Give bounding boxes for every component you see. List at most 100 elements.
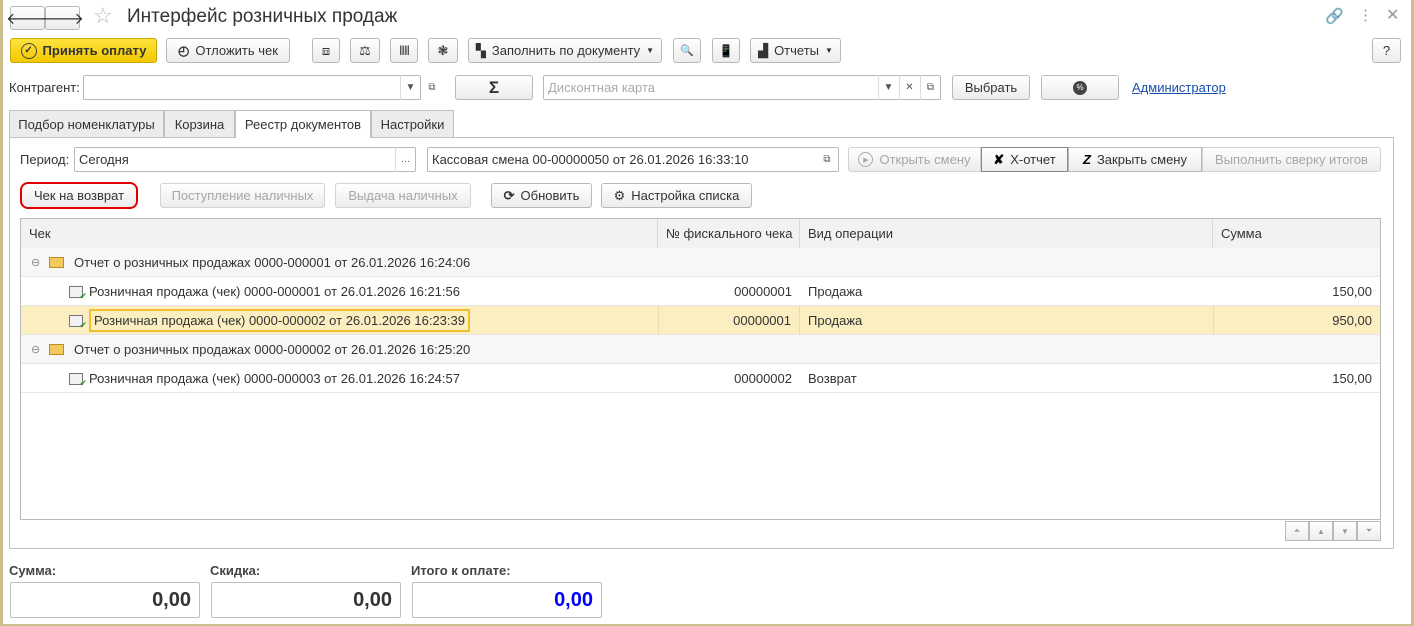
- refresh-button[interactable]: ⟳ Обновить: [491, 183, 592, 208]
- tab-cart[interactable]: Корзина: [164, 110, 235, 138]
- fiscal-cell: 00000002: [734, 371, 792, 386]
- gear-icon: ⚙: [613, 187, 626, 203]
- discount-percent-button[interactable]: %: [1041, 75, 1119, 100]
- cash-out-button[interactable]: Выдача наличных: [335, 183, 471, 208]
- discount-field: 0,00: [211, 582, 401, 618]
- column-header-check[interactable]: Чек: [21, 219, 658, 248]
- return-check-button[interactable]: Чек на возврат: [20, 182, 138, 209]
- sum-label: Сумма:: [9, 563, 57, 578]
- group-row[interactable]: ⊖ Отчет о розничных продажах 0000-000002 …: [21, 335, 1380, 364]
- flower-icon: ❃: [437, 42, 449, 58]
- cash-in-button[interactable]: Поступление наличных: [160, 183, 325, 208]
- back-button[interactable]: 🡐: [6, 6, 49, 30]
- link-icon[interactable]: 🔗: [1325, 7, 1344, 25]
- barcode-icon: ||||||: [399, 45, 410, 56]
- table-header: Чек № фискального чека Вид операции Сумм…: [21, 219, 1380, 248]
- collapse-icon[interactable]: ⊖: [31, 248, 40, 277]
- list-settings-button[interactable]: ⚙ Настройка списка: [601, 183, 752, 208]
- counterparty-dropdown-icon[interactable]: ▼: [400, 75, 420, 100]
- cash-shift-field[interactable]: Кассовая смена 00-00000050 от 26.01.2026…: [427, 147, 839, 172]
- counterparty-open-icon[interactable]: ⧉: [422, 75, 442, 100]
- document-posted-icon: [69, 306, 87, 335]
- collapse-icon[interactable]: ⊖: [31, 335, 40, 364]
- refresh-icon: ⟳: [503, 187, 515, 203]
- sum-cell: 150,00: [1332, 371, 1372, 386]
- column-header-sum[interactable]: Сумма: [1213, 219, 1380, 248]
- barcode-search-button[interactable]: 🔍: [673, 38, 701, 63]
- more-menu-icon[interactable]: ⋮: [1358, 6, 1373, 24]
- group-row[interactable]: ⊖ Отчет о розничных продажах 0000-000001 …: [21, 248, 1380, 277]
- play-circle-icon: ▶: [858, 152, 874, 167]
- document-posted-icon: [69, 364, 87, 393]
- terminal-icon: 📱: [718, 43, 734, 58]
- barcode-button[interactable]: ||||||: [390, 38, 418, 63]
- select-button[interactable]: Выбрать: [952, 75, 1030, 100]
- close-icon[interactable]: ✕: [1386, 5, 1399, 25]
- favorite-star-icon[interactable]: ☆: [93, 3, 113, 29]
- settings-equipment-button[interactable]: ❃: [428, 38, 458, 63]
- period-input[interactable]: Сегодня: [74, 147, 416, 172]
- period-label: Период:: [20, 152, 70, 167]
- table-row[interactable]: Розничная продажа (чек) 0000-000003 от 2…: [21, 364, 1380, 393]
- scales-button[interactable]: ⚖: [350, 38, 380, 63]
- close-shift-button[interactable]: Z Закрыть смену: [1068, 147, 1202, 172]
- scroll-top-icon[interactable]: ⏶: [1285, 521, 1309, 541]
- percent-icon: %: [1073, 80, 1087, 95]
- tab-settings[interactable]: Настройки: [371, 110, 454, 138]
- sigma-button[interactable]: Σ: [455, 75, 533, 100]
- open-shift-button[interactable]: ▶ Открыть смену: [848, 147, 981, 172]
- reconcile-totals-button[interactable]: Выполнить сверку итогов: [1202, 147, 1381, 172]
- operation-cell: Продажа: [808, 313, 863, 328]
- table-navigation: ⏶ ▲ ▼ ⏷: [1285, 521, 1381, 541]
- sum-field: 0,00: [10, 582, 200, 618]
- scales-icon: ⚖: [359, 42, 371, 58]
- documents-icon: ▚: [475, 42, 486, 58]
- discount-dropdown-icon[interactable]: ▼: [878, 75, 898, 100]
- column-header-operation[interactable]: Вид операции: [800, 219, 1213, 248]
- folder-icon: [49, 248, 64, 277]
- sum-cell: [1213, 248, 1380, 277]
- operation-cell: Возврат: [808, 371, 857, 386]
- sum-cell: 950,00: [1213, 306, 1380, 335]
- user-link[interactable]: Администратор: [1132, 80, 1226, 95]
- scroll-up-icon[interactable]: ▲: [1309, 521, 1333, 541]
- operation-cell: Продажа: [808, 284, 863, 299]
- total-field: 0,00: [412, 582, 602, 618]
- barcode-search-icon: 🔍: [680, 45, 694, 57]
- fiscal-cell: 00000001: [658, 306, 800, 335]
- tab-item-selection[interactable]: Подбор номенклатуры: [9, 110, 164, 138]
- dropdown-arrow-icon: ▼: [825, 46, 833, 55]
- scroll-bottom-icon[interactable]: ⏷: [1357, 521, 1381, 541]
- z-report-icon: Z: [1083, 152, 1091, 167]
- table-row[interactable]: Розничная продажа (чек) 0000-000001 от 2…: [21, 277, 1380, 306]
- check-cell: Розничная продажа (чек) 0000-000001 от 2…: [89, 284, 460, 299]
- frame-icon: ⧈: [321, 42, 331, 58]
- discount-label: Скидка:: [210, 563, 261, 578]
- forward-button[interactable]: 🡒: [41, 6, 84, 30]
- column-header-fiscal[interactable]: № фискального чека: [658, 219, 800, 248]
- check-cell: Отчет о розничных продажах 0000-000001 о…: [74, 255, 471, 270]
- tab-document-registry[interactable]: Реестр документов: [235, 110, 371, 138]
- frame-button[interactable]: ⧈: [312, 38, 340, 63]
- check-cell: Отчет о розничных продажах 0000-000002 о…: [74, 342, 471, 357]
- accept-payment-button[interactable]: ✓ Принять оплату: [10, 38, 157, 63]
- scroll-down-icon[interactable]: ▼: [1333, 521, 1357, 541]
- check-cell: Розничная продажа (чек) 0000-000002 от 2…: [89, 309, 470, 332]
- discount-open-icon[interactable]: ⧉: [920, 75, 940, 100]
- folder-icon: [49, 335, 64, 364]
- bar-chart-icon: ▟: [758, 42, 769, 58]
- counterparty-input[interactable]: [83, 75, 421, 100]
- x-report-button[interactable]: ✘ X-отчет: [981, 147, 1068, 172]
- sum-cell: [1213, 335, 1380, 364]
- discount-clear-icon[interactable]: ✕: [899, 75, 919, 100]
- help-button[interactable]: ?: [1372, 38, 1401, 63]
- table-row[interactable]: Розничная продажа (чек) 0000-000002 от 2…: [21, 306, 1380, 335]
- shift-open-icon[interactable]: ⧉: [817, 147, 837, 172]
- documents-table[interactable]: Чек № фискального чека Вид операции Сумм…: [20, 218, 1381, 520]
- reports-button[interactable]: ▟ Отчеты ▼: [750, 38, 841, 63]
- terminal-button[interactable]: 📱: [712, 38, 740, 63]
- period-choose-icon[interactable]: …: [395, 147, 415, 172]
- postpone-check-button[interactable]: ◴ Отложить чек: [166, 38, 290, 63]
- fill-by-document-button[interactable]: ▚ Заполнить по документу ▼: [468, 38, 662, 63]
- fiscal-cell: 00000001: [734, 284, 792, 299]
